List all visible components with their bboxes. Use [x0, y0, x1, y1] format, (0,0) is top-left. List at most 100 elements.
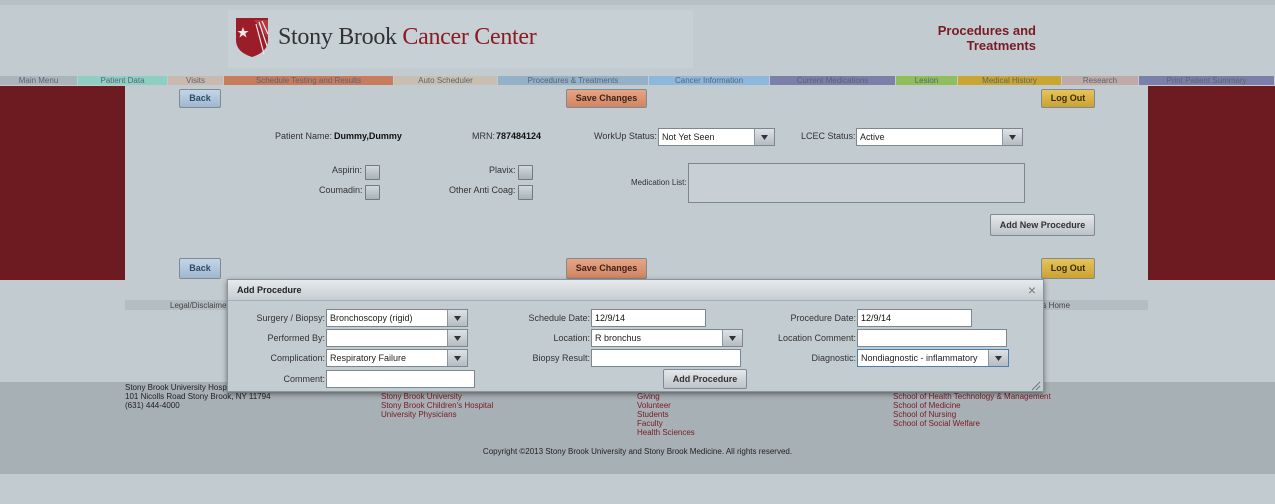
- workup-status-select[interactable]: Not Yet Seen: [658, 128, 775, 146]
- resize-grip-icon[interactable]: [1031, 381, 1041, 391]
- chevron-down-icon: [754, 129, 774, 145]
- mrn-value: 787484124: [496, 131, 542, 141]
- surgery-biopsy-value: Bronchoscopy (rigid): [330, 313, 413, 323]
- dialog-title: Add Procedure: [237, 285, 302, 295]
- performed-by-label: Performed By:: [267, 333, 325, 343]
- footer-link[interactable]: Volunteer: [637, 401, 695, 410]
- lcec-status-select[interactable]: Active: [856, 128, 1023, 146]
- tab-lesion[interactable]: Lesion: [896, 76, 958, 85]
- location-value: R bronchus: [595, 333, 642, 343]
- tab-medical-history[interactable]: Medical History: [958, 76, 1062, 85]
- tab-cancer-information[interactable]: Cancer Information: [649, 76, 770, 85]
- chevron-down-icon: [988, 350, 1008, 366]
- dialog-titlebar[interactable]: [228, 280, 1043, 301]
- add-new-procedure-button[interactable]: Add New Procedure: [990, 214, 1095, 236]
- footer-link[interactable]: School of Social Welfare: [893, 419, 1051, 428]
- footer-link[interactable]: Stony Brook Children's Hospital: [381, 401, 493, 410]
- nav-tabs: Main Menu Patient Data Visits Schedule T…: [0, 76, 1275, 85]
- footer-col2: Stony Brook University Stony Brook Child…: [381, 392, 493, 419]
- diagnostic-select[interactable]: Nondiagnostic - inflammatory: [857, 349, 1009, 367]
- tab-schedule-testing[interactable]: Schedule Testing and Results: [224, 76, 394, 85]
- surgery-biopsy-label: Surgery / Biopsy:: [256, 313, 325, 323]
- close-icon[interactable]: ×: [1025, 283, 1039, 297]
- footer-link[interactable]: University Physicians: [381, 410, 493, 419]
- footer-link[interactable]: Giving: [637, 392, 695, 401]
- tab-visits[interactable]: Visits: [168, 76, 224, 85]
- mrn-label: MRN:: [472, 131, 495, 141]
- chevron-down-icon: [722, 330, 742, 346]
- back-button[interactable]: Back: [179, 89, 221, 108]
- footer-link[interactable]: Health Sciences: [637, 428, 695, 437]
- page-bottom: [0, 474, 1275, 504]
- workup-status-label: WorkUp Status:: [594, 131, 657, 141]
- medication-list-textarea[interactable]: [688, 163, 1025, 203]
- tab-current-medications[interactable]: Current Medications: [770, 76, 896, 85]
- add-procedure-dialog: Add Procedure × Surgery / Biopsy: Bronch…: [227, 279, 1044, 392]
- aspirin-checkbox[interactable]: [365, 165, 380, 180]
- right-side-panel: [1148, 86, 1275, 280]
- location-select[interactable]: R bronchus: [591, 329, 743, 347]
- footer-link[interactable]: Faculty: [637, 419, 695, 428]
- back-button-bottom[interactable]: Back: [179, 258, 221, 279]
- footer-link[interactable]: Stony Brook University: [381, 392, 493, 401]
- footer-link[interactable]: Students: [637, 410, 695, 419]
- tab-research[interactable]: Research: [1062, 76, 1139, 85]
- chevron-down-icon: [447, 350, 467, 366]
- chevron-down-icon: [447, 330, 467, 346]
- surgery-biopsy-select[interactable]: Bronchoscopy (rigid): [326, 309, 468, 327]
- coumadin-checkbox[interactable]: [365, 185, 380, 200]
- lcec-status-value: Active: [860, 132, 885, 142]
- legal-link[interactable]: Legal/Disclaime: [170, 301, 226, 310]
- other-anticoag-label: Other Anti Coag:: [449, 185, 516, 195]
- footer-link[interactable]: School of Health Technology & Management: [893, 392, 1051, 401]
- left-side-panel: [0, 86, 125, 280]
- logout-button[interactable]: Log Out: [1041, 89, 1095, 108]
- patient-name-value: Dummy,Dummy: [334, 131, 402, 141]
- procedure-date-input[interactable]: 12/9/14: [857, 309, 972, 327]
- footer-phone: (631) 444-4000: [125, 401, 180, 410]
- tab-print-patient-summary[interactable]: Print Patient Summary: [1139, 76, 1275, 85]
- diagnostic-label: Diagnostic:: [811, 353, 856, 363]
- footer-col4: School of Health Technology & Management…: [893, 392, 1051, 428]
- workup-status-value: Not Yet Seen: [662, 132, 715, 142]
- plavix-label: Plavix:: [489, 165, 516, 175]
- complication-value: Respiratory Failure: [330, 353, 407, 363]
- logo-brand-prefix: Stony Brook: [278, 24, 397, 50]
- comment-input[interactable]: [326, 370, 475, 388]
- page-title: Procedures and Treatments: [937, 23, 1036, 53]
- schedule-date-label: Schedule Date:: [528, 313, 590, 323]
- coumadin-label: Coumadin:: [319, 185, 363, 195]
- add-procedure-button[interactable]: Add Procedure: [663, 369, 747, 389]
- performed-by-select[interactable]: [326, 329, 468, 347]
- footer-col3: Giving Volunteer Students Faculty Health…: [637, 392, 695, 437]
- biopsy-result-label: Biopsy Result:: [532, 353, 590, 363]
- location-comment-input[interactable]: [857, 329, 1007, 347]
- biopsy-result-input[interactable]: [591, 349, 741, 367]
- footer-street: 101 Nicolls Road Stony Brook, NY 11794: [125, 392, 271, 401]
- tab-main-menu[interactable]: Main Menu: [0, 76, 78, 85]
- complication-select[interactable]: Respiratory Failure: [326, 349, 468, 367]
- tab-procedures-treatments[interactable]: Procedures & Treatments: [498, 76, 649, 85]
- logo-wordmark: Stony Brook Cancer Center: [278, 24, 537, 51]
- plavix-checkbox[interactable]: [518, 165, 533, 180]
- footer-link[interactable]: School of Medicine: [893, 401, 1051, 410]
- chevron-down-icon: [447, 310, 467, 326]
- footer-link[interactable]: School of Nursing: [893, 410, 1051, 419]
- schedule-date-input[interactable]: 12/9/14: [591, 309, 706, 327]
- save-changes-button-bottom[interactable]: Save Changes: [566, 258, 647, 279]
- logout-button-bottom[interactable]: Log Out: [1041, 258, 1095, 279]
- other-anticoag-checkbox[interactable]: [518, 185, 533, 200]
- diagnostic-value: Nondiagnostic - inflammatory: [861, 353, 978, 363]
- medication-list-label: Medication List:: [631, 178, 687, 187]
- logo-brand-suffix: Cancer Center: [402, 24, 537, 50]
- procedure-date-label: Procedure Date:: [790, 313, 856, 323]
- patient-name-label: Patient Name:: [275, 131, 333, 141]
- shield-logo-icon: [236, 18, 269, 57]
- tab-auto-scheduler[interactable]: Auto Scheduler: [394, 76, 498, 85]
- copyright: Copyright ©2013 Stony Brook University a…: [482, 447, 793, 456]
- location-label: Location:: [553, 333, 590, 343]
- tab-patient-data[interactable]: Patient Data: [78, 76, 168, 85]
- location-comment-label: Location Comment:: [777, 333, 856, 343]
- save-changes-button[interactable]: Save Changes: [566, 89, 647, 108]
- chevron-down-icon: [1002, 129, 1022, 145]
